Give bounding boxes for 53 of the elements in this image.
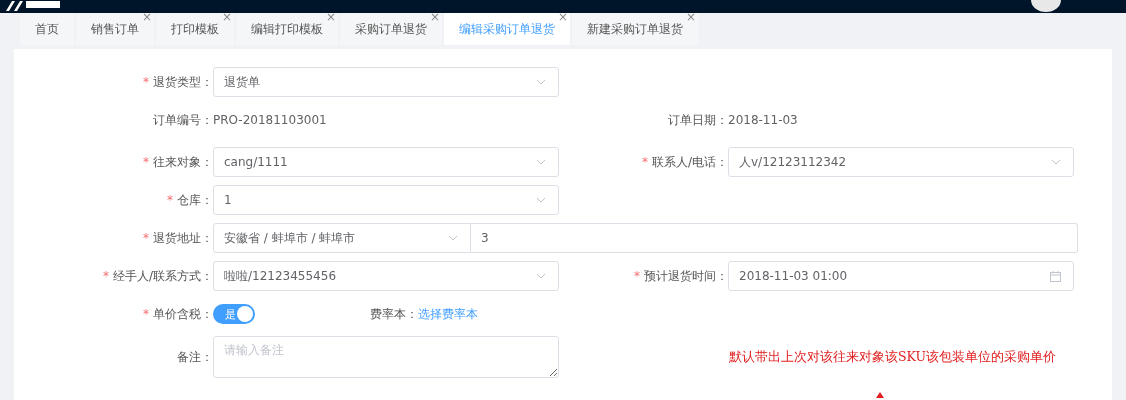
field-label: 预计退货时间： [644, 267, 728, 285]
chevron-down-icon [536, 79, 546, 85]
tab[interactable]: 销售订单 × [76, 13, 154, 45]
field-label: 仓库： [177, 191, 213, 209]
close-icon[interactable]: × [429, 11, 440, 23]
select-field[interactable]: 1 [213, 185, 559, 215]
field-label: 经手人/联系方式： [112, 267, 213, 285]
required-mark: * [143, 75, 149, 89]
chevron-down-icon [536, 159, 546, 165]
arrow-icon [876, 392, 884, 398]
select-field[interactable]: 啦啦/12123455456 [213, 261, 559, 291]
chevron-down-icon [536, 273, 546, 279]
tab[interactable]: 编辑打印模板 × [236, 13, 338, 45]
field-label: 联系人/电话： [651, 153, 728, 171]
close-icon[interactable]: × [141, 11, 152, 23]
field-label: 费率本： [370, 305, 418, 323]
chevron-down-icon [536, 197, 546, 203]
tab[interactable]: 编辑采购订单退货 × [444, 13, 570, 45]
required-mark: * [143, 307, 149, 321]
close-icon[interactable]: × [685, 11, 696, 23]
required-mark: * [167, 193, 173, 207]
tab[interactable]: 打印模板 × [156, 13, 234, 45]
required-mark: * [634, 269, 640, 283]
region-select-field[interactable]: 安徽省 / 蚌埠市 / 蚌埠市 [213, 223, 471, 253]
tab[interactable]: 采购订单退货 × [340, 13, 442, 45]
required-mark: * [143, 231, 149, 245]
close-icon[interactable]: × [325, 11, 336, 23]
calendar-icon [1050, 270, 1061, 282]
datetime-field[interactable]: 2018-11-03 01:00 [728, 261, 1074, 291]
remark-field[interactable]: 请输入备注 [213, 336, 559, 378]
required-mark: * [143, 155, 149, 169]
select-field[interactable]: 退货单 [213, 67, 559, 97]
field-label: 单价含税： [153, 305, 213, 323]
close-icon[interactable]: × [221, 11, 232, 23]
field-value: 2018-11-03 [728, 113, 798, 127]
chevron-down-icon [1051, 159, 1061, 165]
select-field[interactable]: cang/1111 [213, 147, 559, 177]
annotation-text: 默认带出上次对该往来对象该SKU该包装单位的采购单价 [729, 348, 1056, 366]
field-label: 订单日期： [668, 111, 728, 129]
field-label: 往来对象： [153, 153, 213, 171]
chevron-down-icon [448, 235, 458, 241]
address-input-field[interactable]: 3 [471, 223, 1078, 253]
select-field[interactable]: 人v/12123112342 [728, 147, 1074, 177]
required-mark: * [641, 155, 648, 169]
tab[interactable]: 新建采购订单退货 × [572, 13, 698, 45]
field-label: 退货地址： [153, 229, 213, 247]
tab[interactable]: 首页 [20, 13, 74, 45]
field-label: 订单编号： [153, 111, 213, 129]
required-mark: * [102, 269, 109, 283]
close-icon[interactable]: × [557, 11, 568, 23]
field-label: 退货类型： [153, 73, 213, 91]
field-value: PRO-20181103001 [213, 113, 327, 127]
field-label: 备注： [177, 348, 213, 366]
